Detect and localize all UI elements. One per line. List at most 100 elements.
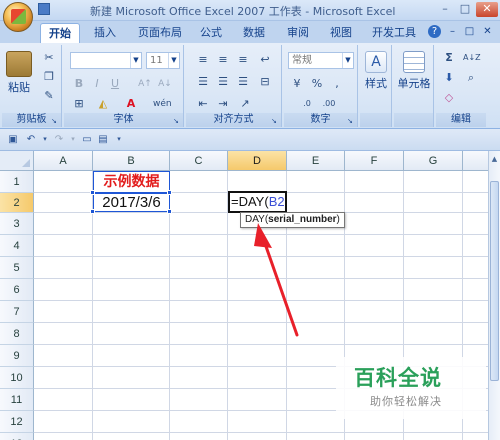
- redo-icon[interactable]: ↷: [52, 132, 66, 147]
- styles-button[interactable]: A 样式: [362, 51, 390, 91]
- paste-button[interactable]: 粘贴: [4, 51, 34, 95]
- select-all-corner[interactable]: [0, 151, 34, 171]
- ribbon-restore-icon[interactable]: □: [463, 25, 476, 38]
- number-format-combo[interactable]: 常规 ▼: [288, 52, 354, 69]
- function-argument-tooltip[interactable]: DAY(serial_number): [240, 212, 345, 228]
- ribbon-close-icon[interactable]: ✕: [481, 25, 494, 38]
- range-handle-icon[interactable]: [90, 209, 95, 214]
- row-header-6[interactable]: 6: [0, 279, 34, 301]
- row-header-3[interactable]: 3: [0, 213, 34, 235]
- sort-filter-button[interactable]: A↓Z: [462, 49, 481, 66]
- column-header-f[interactable]: F: [345, 151, 404, 171]
- tab-insert[interactable]: 插入: [88, 23, 122, 43]
- font-launcher-icon[interactable]: ↘: [173, 117, 181, 125]
- row-header-12[interactable]: 12: [0, 411, 34, 433]
- borders-icon[interactable]: ⊞: [70, 95, 88, 112]
- bold-button[interactable]: B: [70, 75, 88, 92]
- orientation-icon[interactable]: ↗: [236, 95, 254, 112]
- wrap-text-icon[interactable]: ↩: [256, 51, 274, 68]
- shrink-font-button[interactable]: A↓: [156, 75, 174, 92]
- row-header-8[interactable]: 8: [0, 323, 34, 345]
- decrease-indent-icon[interactable]: ⇤: [194, 95, 212, 112]
- ribbon-minimize-icon[interactable]: –: [446, 25, 459, 38]
- comma-button[interactable]: ,: [328, 75, 346, 92]
- row-header-13[interactable]: 13: [0, 433, 34, 440]
- clear-icon[interactable]: ◇: [440, 89, 458, 106]
- row-header-7[interactable]: 7: [0, 301, 34, 323]
- maximize-button[interactable]: □: [456, 2, 474, 17]
- increase-decimal-button[interactable]: .0: [298, 95, 316, 112]
- fill-down-icon[interactable]: ⬇: [440, 69, 458, 86]
- align-bottom-icon[interactable]: ≡: [234, 51, 252, 68]
- clipboard-launcher-icon[interactable]: ↘: [51, 117, 59, 125]
- new-icon[interactable]: ▭: [80, 132, 94, 147]
- align-center-icon[interactable]: ☰: [214, 73, 232, 90]
- align-top-icon[interactable]: ≡: [194, 51, 212, 68]
- increase-indent-icon[interactable]: ⇥: [214, 95, 232, 112]
- save-icon[interactable]: ▣: [6, 132, 20, 147]
- tab-view[interactable]: 视图: [324, 23, 358, 43]
- font-name-combo[interactable]: ▼: [70, 52, 142, 69]
- italic-button[interactable]: I: [88, 75, 106, 92]
- range-handle-icon[interactable]: [90, 190, 95, 195]
- scroll-up-icon[interactable]: ▲: [489, 153, 500, 165]
- undo-dropdown-icon[interactable]: ▾: [38, 132, 52, 147]
- row-header-4[interactable]: 4: [0, 235, 34, 257]
- row-header-11[interactable]: 11: [0, 389, 34, 411]
- row-header-10[interactable]: 10: [0, 367, 34, 389]
- tab-page-layout[interactable]: 页面布局: [132, 23, 188, 43]
- align-middle-icon[interactable]: ≡: [214, 51, 232, 68]
- vertical-scrollbar[interactable]: ▲: [488, 151, 500, 440]
- font-color-button[interactable]: A: [122, 95, 140, 112]
- format-painter-icon[interactable]: ✎: [40, 87, 58, 104]
- underline-button[interactable]: U: [106, 75, 124, 92]
- column-header-a[interactable]: A: [34, 151, 93, 171]
- font-size-combo[interactable]: 11 ▼: [146, 52, 180, 69]
- grow-font-button[interactable]: A↑: [136, 75, 154, 92]
- undo-icon[interactable]: ↶: [24, 132, 38, 147]
- help-icon[interactable]: ?: [428, 25, 441, 38]
- office-button[interactable]: [3, 2, 33, 32]
- range-handle-icon[interactable]: [167, 209, 172, 214]
- copy-icon[interactable]: ❐: [40, 68, 58, 85]
- close-button[interactable]: ✕: [476, 2, 498, 17]
- row-header-5[interactable]: 5: [0, 257, 34, 279]
- number-launcher-icon[interactable]: ↘: [347, 117, 355, 125]
- column-header-d[interactable]: D: [228, 151, 287, 171]
- row-header-2[interactable]: 2: [0, 193, 34, 213]
- row-header-9[interactable]: 9: [0, 345, 34, 367]
- align-right-icon[interactable]: ☰: [234, 73, 252, 90]
- column-header-b[interactable]: B: [93, 151, 170, 171]
- cell-b2[interactable]: 2017/3/6: [93, 193, 170, 212]
- fill-color-icon[interactable]: ◭: [94, 95, 112, 112]
- cut-icon[interactable]: ✂: [40, 49, 58, 66]
- scroll-thumb[interactable]: [490, 181, 499, 381]
- cells-button[interactable]: 单元格: [396, 51, 432, 91]
- column-header-e[interactable]: E: [287, 151, 345, 171]
- decrease-decimal-button[interactable]: .00: [320, 95, 338, 112]
- open-icon[interactable]: ▤: [96, 132, 110, 147]
- cell-b1[interactable]: 示例数据: [93, 171, 170, 193]
- tab-home[interactable]: 开始: [40, 23, 80, 43]
- range-handle-icon[interactable]: [167, 190, 172, 195]
- tab-formulas[interactable]: 公式: [194, 23, 228, 43]
- cell-d2-active[interactable]: =DAY(B2: [228, 191, 287, 213]
- customize-qat-icon[interactable]: ▾: [112, 132, 126, 147]
- phonetic-button[interactable]: wén: [152, 95, 172, 112]
- percent-button[interactable]: %: [308, 75, 326, 92]
- tab-data[interactable]: 数据: [237, 23, 271, 43]
- tab-developer[interactable]: 开发工具: [366, 23, 422, 43]
- merge-cells-icon[interactable]: ⊟: [256, 73, 274, 90]
- minimize-button[interactable]: –: [436, 2, 454, 17]
- column-header-partial[interactable]: [463, 151, 488, 171]
- row-header-1[interactable]: 1: [0, 171, 34, 193]
- column-header-c[interactable]: C: [170, 151, 228, 171]
- currency-icon[interactable]: ¥: [288, 75, 306, 92]
- redo-dropdown-icon[interactable]: ▾: [66, 132, 80, 147]
- align-left-icon[interactable]: ☰: [194, 73, 212, 90]
- find-icon[interactable]: ⌕: [462, 69, 480, 86]
- alignment-launcher-icon[interactable]: ↘: [271, 117, 279, 125]
- worksheet-grid[interactable]: A B C D E F G 1 2 3 4 5 6 7 8 9 10 11 12…: [0, 151, 488, 440]
- column-header-g[interactable]: G: [404, 151, 463, 171]
- autosum-button[interactable]: Σ: [440, 49, 458, 66]
